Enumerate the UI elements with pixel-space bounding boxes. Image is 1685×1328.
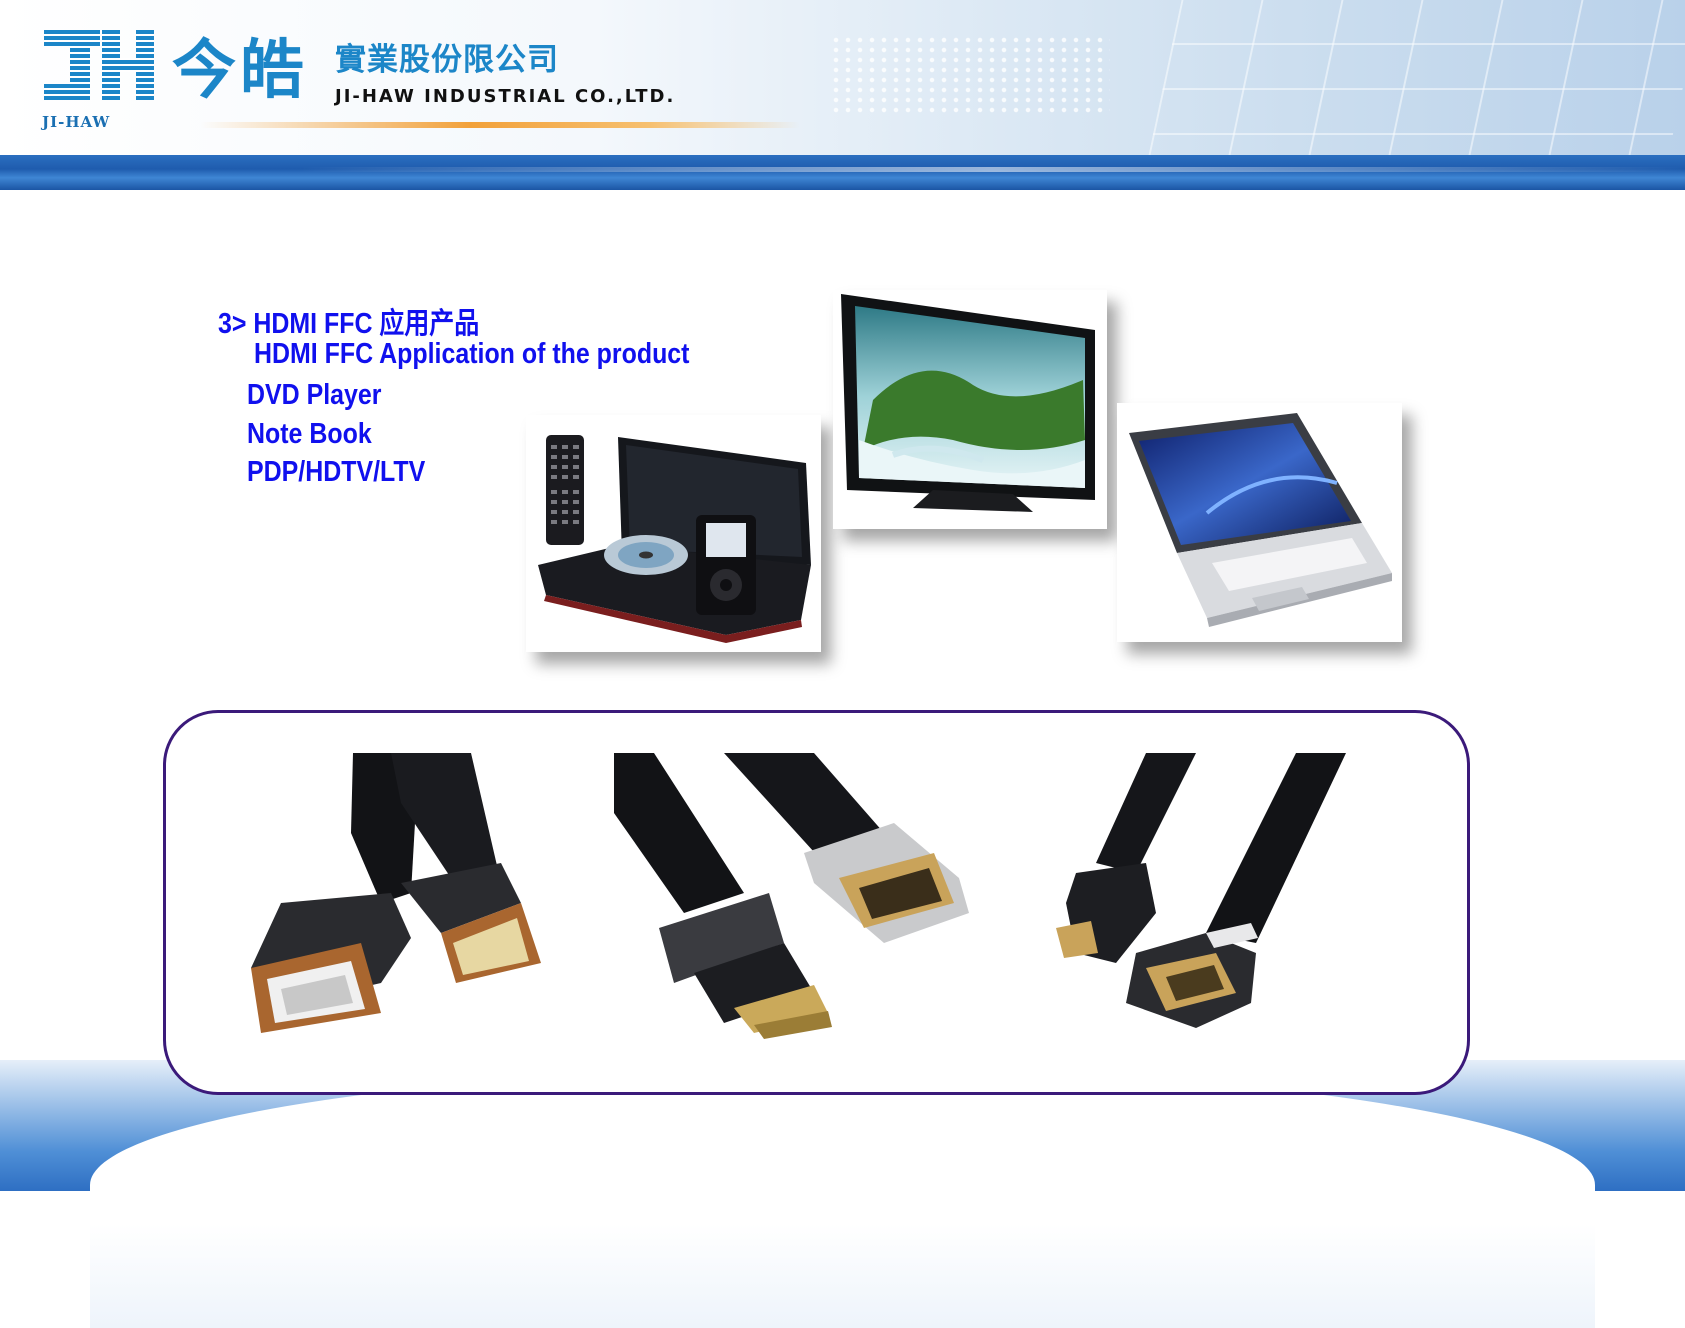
dvd-player-image: [526, 415, 821, 652]
hdmi-ffc-cable-standard-image: [241, 753, 571, 1073]
company-name-cn-main: 今皓: [172, 34, 308, 108]
item-dvd-player: DVD Player: [247, 379, 382, 411]
heading-en: HDMI FFC Application of the product: [254, 338, 690, 370]
company-name-en: JI-HAW INDUSTRIAL CO.,LTD.: [335, 86, 676, 107]
heading-cn: 3> HDMI FFC 应用产品: [218, 308, 480, 340]
logo-underline: [200, 122, 800, 128]
header-grid-decoration: [1148, 0, 1685, 155]
item-pdp-hdtv: PDP/HDTV/LTV: [247, 456, 426, 488]
bottom-arc-decoration: [90, 1068, 1595, 1328]
company-logo-icon: [44, 30, 156, 116]
header-banner: JI-HAW 今皓 實業股份限公司 JI-HAW INDUSTRIAL CO.,…: [0, 0, 1685, 155]
header-blue-band: [0, 155, 1685, 190]
flat-tv-image: [833, 290, 1107, 529]
hdmi-ffc-cable-angled-image: [1046, 753, 1386, 1073]
company-name-cn-full: 實業股份限公司: [335, 42, 559, 78]
logo-subtitle: JI-HAW: [42, 113, 111, 131]
hdmi-ffc-cable-mini-image: [614, 753, 994, 1073]
cable-products-panel: [163, 710, 1470, 1095]
header-dots-decoration: [830, 35, 1110, 115]
notebook-image: [1117, 403, 1402, 642]
item-note-book: Note Book: [247, 418, 372, 450]
